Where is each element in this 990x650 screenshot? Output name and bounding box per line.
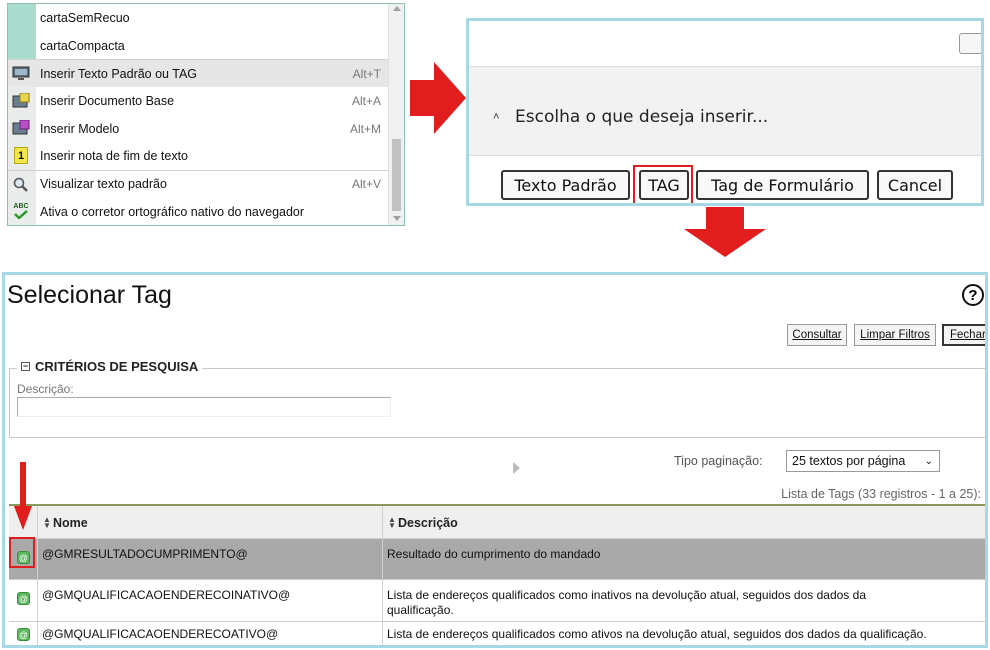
chevron-down-icon: ⌄ — [924, 456, 933, 467]
tag-select-icon[interactable]: @ — [17, 592, 30, 605]
tags-table: ▲▼ Nome ▲▼ Descrição @ @GMRESULTADOCUMPR… — [9, 504, 985, 645]
magnifier-icon — [12, 176, 30, 193]
menu-item-inserir-modelo[interactable]: Inserir Modelo Alt+M — [8, 115, 389, 143]
menu-item-label: Inserir nota de fim de texto — [40, 149, 188, 164]
arrow-down-icon — [684, 207, 766, 257]
header-descricao[interactable]: ▲▼ Descrição — [382, 506, 985, 539]
tipo-paginacao-select[interactable]: 25 textos por página ⌄ — [786, 450, 940, 472]
tipo-paginacao-label: Tipo paginação: — [674, 454, 763, 468]
sort-icon: ▲▼ — [43, 514, 51, 530]
row-nome: @GMQUALIFICACAOENDERECOATIVO@ — [37, 622, 382, 645]
spellcheck-glyph: ABC — [13, 203, 29, 211]
dialog-titlebar-button[interactable] — [959, 33, 981, 54]
fechar-button[interactable]: Fechar — [942, 324, 985, 346]
menu-item-label: Inserir Documento Base — [40, 93, 175, 108]
dialog-prompt: Escolha o que deseja inserir... — [515, 107, 769, 127]
collapse-toggle-icon[interactable]: − — [21, 362, 30, 371]
dialog-titlebar — [469, 21, 981, 67]
table-row[interactable]: @ @GMQUALIFICACAOENDERECOATIVO@ Lista de… — [9, 622, 985, 645]
row-nome: @GMQUALIFICACAOENDERECOINATIVO@ — [37, 580, 382, 621]
context-menu: cartaSemRecuo cartaCompacta Inserir Text… — [7, 3, 405, 226]
menu-item-label: cartaSemRecuo — [40, 10, 130, 25]
menu-item-corretor-ortografico[interactable]: ABC Ativa o corretor ortográfico nativo … — [8, 198, 389, 225]
limpar-filtros-button[interactable]: Limpar Filtros — [854, 324, 936, 346]
menu-item-carta-sem-recuo[interactable]: cartaSemRecuo — [8, 4, 389, 32]
criteria-legend[interactable]: − CRITÉRIOS DE PESQUISA — [17, 359, 203, 374]
insert-dialog: ˄ Escolha o que deseja inserir... Texto … — [466, 18, 984, 206]
menu-item-label: Inserir Texto Padrão ou TAG — [40, 66, 198, 81]
menu-item-label: Visualizar texto padrão — [40, 177, 167, 192]
header-nome-label: Nome — [53, 515, 88, 530]
scrollbar-thumb[interactable] — [392, 139, 401, 211]
scroll-down-icon[interactable] — [393, 216, 401, 221]
tag-formulario-button[interactable]: Tag de Formulário — [696, 170, 869, 200]
page-title: Selecionar Tag — [7, 281, 172, 309]
row-icon-cell: @ — [9, 580, 37, 621]
arrow-right-icon — [410, 62, 466, 134]
menu-item-inserir-nota-fim[interactable]: 1 Inserir nota de fim de texto — [8, 142, 389, 170]
template-icon — [12, 120, 30, 137]
table-header: ▲▼ Nome ▲▼ Descrição — [9, 506, 985, 539]
collapse-chevron-icon[interactable]: ˄ — [493, 111, 499, 123]
dialog-body: ˄ Escolha o que deseja inserir... — [469, 67, 981, 155]
menu-item-inserir-documento-base[interactable]: Inserir Documento Base Alt+A — [8, 87, 389, 115]
menu-item-shortcut: Alt+A — [351, 93, 381, 108]
menu-item-shortcut: Alt+M — [349, 121, 381, 136]
header-nome[interactable]: ▲▼ Nome — [37, 506, 382, 539]
tag-select-icon[interactable]: @ — [17, 628, 30, 641]
menu-item-visualizar-texto[interactable]: Visualizar texto padrão Alt+V — [8, 170, 389, 198]
menu-item-shortcut: Alt+T — [352, 66, 381, 81]
menu-item-shortcut: Alt+V — [351, 177, 381, 192]
arrow-down-icon — [14, 462, 32, 530]
row-descricao: Lista de endereços qualificados como ina… — [382, 580, 985, 621]
menu-item-label: Ativa o corretor ortográfico nativo do n… — [40, 204, 305, 219]
scroll-up-icon[interactable] — [393, 6, 401, 11]
tipo-paginacao-value: 25 textos por página — [792, 454, 906, 468]
menu-item-label: Inserir Modelo — [40, 121, 120, 136]
menu-item-label: cartaCompacta — [40, 38, 125, 53]
sort-icon: ▲▼ — [388, 514, 396, 530]
help-icon[interactable]: ? — [962, 284, 984, 306]
row-nome: @GMRESULTADOCUMPRIMENTO@ — [37, 539, 382, 579]
descricao-input[interactable] — [17, 397, 391, 417]
menu-scrollbar[interactable] — [388, 4, 404, 225]
row-descricao: Lista de endereços qualificados como ati… — [382, 622, 985, 645]
selecionar-tag-panel: Selecionar Tag ? Consultar Limpar Filtro… — [2, 272, 988, 648]
texto-padrao-button[interactable]: Texto Padrão — [501, 170, 630, 200]
menu-item-carta-compacta[interactable]: cartaCompacta — [8, 32, 389, 60]
tag-button-highlight — [633, 165, 693, 203]
menu-item-inserir-texto-padrao[interactable]: Inserir Texto Padrão ou TAG Alt+T — [8, 59, 389, 88]
footnote-icon: 1 — [14, 147, 28, 165]
dialog-footer: Texto Padrão TAG Tag de Formulário Cance… — [469, 155, 981, 203]
spellcheck-icon: ABC — [12, 203, 30, 220]
menu-list: cartaSemRecuo cartaCompacta Inserir Text… — [8, 4, 389, 225]
list-info: Lista de Tags (33 registros - 1 a 25): — [781, 487, 981, 501]
row-icon-cell: @ — [9, 622, 37, 645]
tag-icon-highlight — [9, 537, 35, 568]
cancel-button[interactable]: Cancel — [877, 170, 953, 200]
expand-arrow-icon[interactable] — [513, 462, 520, 474]
footnote-glyph: 1 — [17, 149, 25, 162]
criteria-legend-label: CRITÉRIOS DE PESQUISA — [35, 359, 199, 374]
consultar-button[interactable]: Consultar — [787, 324, 847, 346]
descricao-label: Descrição: — [17, 382, 74, 396]
row-descricao: Resultado do cumprimento do mandado — [382, 539, 985, 579]
table-row[interactable]: @ @GMRESULTADOCUMPRIMENTO@ Resultado do … — [9, 539, 985, 580]
monitor-icon — [12, 65, 30, 82]
header-descricao-label: Descrição — [398, 515, 458, 530]
document-base-icon — [12, 92, 30, 109]
table-row[interactable]: @ @GMQUALIFICACAOENDERECOINATIVO@ Lista … — [9, 580, 985, 622]
